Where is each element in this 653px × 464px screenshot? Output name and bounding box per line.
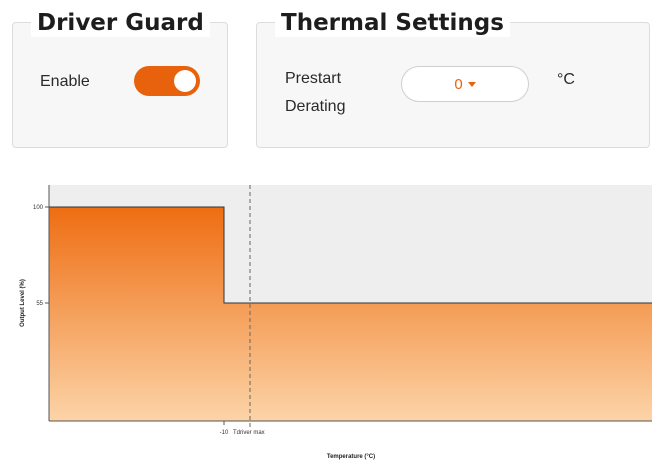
y-tick-100: 100	[33, 205, 44, 211]
toggle-knob	[174, 70, 196, 92]
driver-guard-panel: Driver Guard Enable	[12, 9, 228, 148]
driver-guard-title: Driver Guard	[31, 9, 210, 37]
prestart-label-line1: Prestart	[285, 70, 342, 87]
thermal-settings-title: Thermal Settings	[275, 9, 510, 37]
y-axis-label: Output Level (%)	[20, 279, 26, 327]
prestart-value: 0	[454, 75, 463, 93]
y-tick-55: 55	[36, 301, 43, 307]
x-axis-label: Temperature (°C)	[327, 454, 375, 460]
unit-label: °C	[557, 71, 575, 88]
prestart-derating-select[interactable]: 0	[401, 66, 529, 102]
tdriver-max-label: Tdriver max	[233, 430, 265, 436]
enable-label: Enable	[40, 73, 90, 90]
x-tick-label: -10	[220, 430, 229, 436]
chevron-down-icon	[467, 81, 476, 87]
enable-toggle[interactable]	[134, 66, 200, 96]
prestart-derating-label: Prestart Derating	[285, 68, 345, 118]
derating-chart: 100 55 -10 Tdriver max Output Level (%) …	[20, 185, 652, 460]
thermal-settings-panel: Thermal Settings Prestart Derating 0 °C	[256, 9, 650, 148]
prestart-label-line2: Derating	[285, 98, 346, 115]
